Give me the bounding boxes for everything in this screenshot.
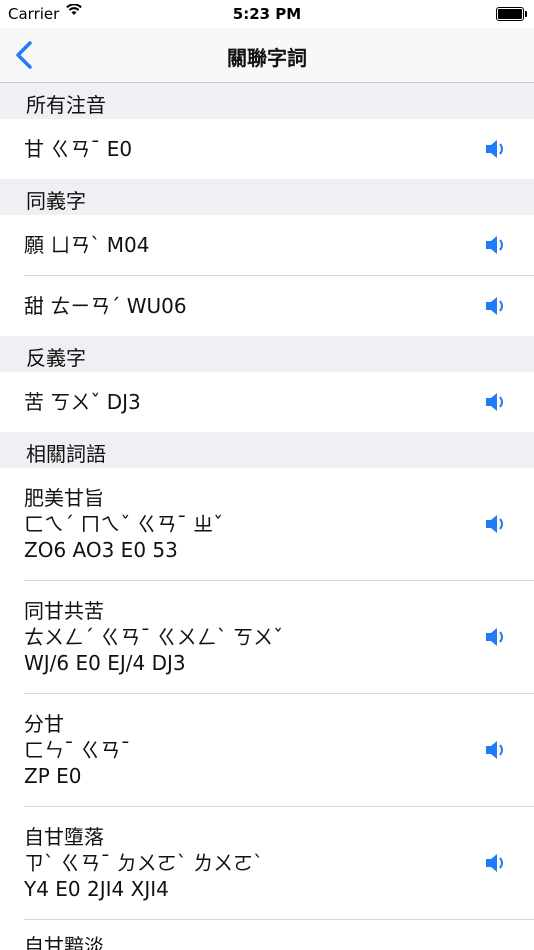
- list-item[interactable]: 願 ㄩㄢˋ M04: [0, 215, 534, 275]
- speaker-icon[interactable]: [484, 626, 508, 648]
- speaker-icon[interactable]: [484, 138, 508, 160]
- row-text: 甜 ㄊㄧㄢˊ WU06: [24, 294, 187, 318]
- list-item[interactable]: 自甘墮落 ㄗˋ ㄍㄢˉ ㄉㄨㄛˋ ㄌㄨㄛˋ Y4 E0 2JI4 XJI4: [0, 807, 534, 919]
- speaker-icon[interactable]: [484, 295, 508, 317]
- section-header-synonyms: 同義字: [0, 179, 534, 215]
- row-text: 願 ㄩㄢˋ M04: [24, 233, 150, 257]
- row-word: 自甘黯淡: [24, 934, 104, 950]
- row-code: WJ/6 E0 EJ/4 DJ3: [24, 651, 186, 675]
- list-item[interactable]: 甜 ㄊㄧㄢˊ WU06: [0, 276, 534, 336]
- page-title: 關聯字詞: [227, 46, 307, 70]
- list-item[interactable]: 同甘共苦 ㄊㄨㄥˊ ㄍㄢˉ ㄍㄨㄥˋ ㄎㄨˇ WJ/6 E0 EJ/4 DJ3: [0, 581, 534, 693]
- row-word: 肥美甘旨: [24, 486, 104, 510]
- row-zhuyin: ㄈㄣˉ ㄍㄢˉ: [24, 738, 131, 762]
- speaker-icon[interactable]: [484, 391, 508, 413]
- speaker-icon[interactable]: [484, 513, 508, 535]
- list-item[interactable]: 苦 ㄎㄨˇ DJ3: [0, 372, 534, 432]
- row-code: Y4 E0 2JI4 XJI4: [24, 877, 169, 901]
- speaker-icon[interactable]: [484, 739, 508, 761]
- speaker-icon[interactable]: [484, 852, 508, 874]
- nav-bar: 關聯字詞: [0, 28, 534, 83]
- speaker-icon[interactable]: [484, 234, 508, 256]
- list-item[interactable]: 分甘 ㄈㄣˉ ㄍㄢˉ ZP E0: [0, 694, 534, 806]
- row-text: 苦 ㄎㄨˇ DJ3: [24, 390, 141, 414]
- section-header-all-zhuyin: 所有注音: [0, 83, 534, 119]
- section-header-antonyms: 反義字: [0, 336, 534, 372]
- row-word: 同甘共苦: [24, 599, 104, 623]
- row-zhuyin: ㄊㄨㄥˊ ㄍㄢˉ ㄍㄨㄥˋ ㄎㄨˇ: [24, 625, 284, 649]
- row-code: ZP E0: [24, 764, 82, 788]
- row-zhuyin: ㄗˋ ㄍㄢˉ ㄉㄨㄛˋ ㄌㄨㄛˋ: [24, 851, 264, 875]
- list-item[interactable]: 肥美甘旨 ㄈㄟˊ ㄇㄟˇ ㄍㄢˉ ㄓˇ ZO6 AO3 E0 53: [0, 468, 534, 580]
- list-item[interactable]: 自甘黯淡: [0, 920, 534, 950]
- list-item[interactable]: 甘 ㄍㄢˉ E0: [0, 119, 534, 179]
- status-bar: Carrier 5:23 PM: [0, 0, 534, 28]
- row-zhuyin: ㄈㄟˊ ㄇㄟˇ ㄍㄢˉ ㄓˇ: [24, 512, 224, 536]
- status-time: 5:23 PM: [232, 5, 302, 23]
- row-code: ZO6 AO3 E0 53: [24, 538, 178, 562]
- battery-icon: [496, 7, 527, 21]
- section-header-related-words: 相關詞語: [0, 432, 534, 468]
- row-text: 甘 ㄍㄢˉ E0: [24, 137, 133, 161]
- row-word: 自甘墮落: [24, 825, 104, 849]
- row-word: 分甘: [24, 712, 64, 736]
